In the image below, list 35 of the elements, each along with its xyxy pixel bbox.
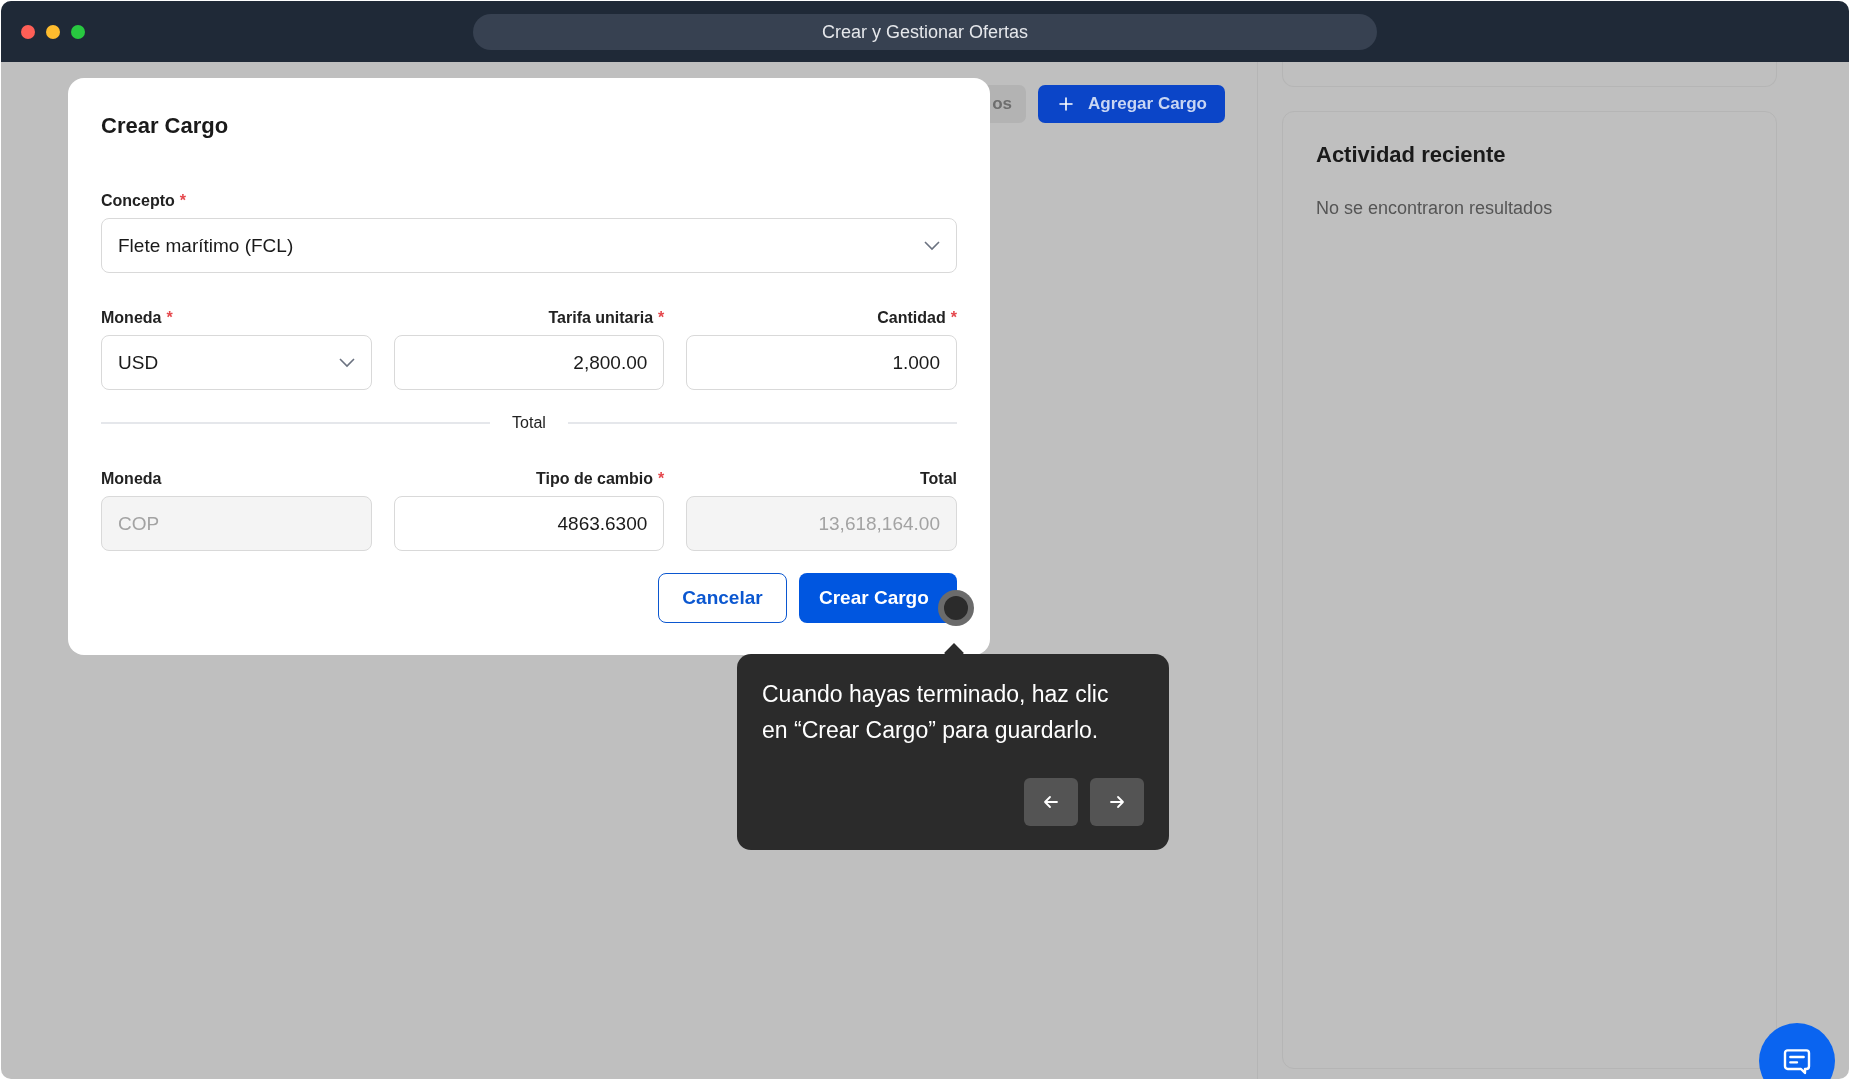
window-title: Crear y Gestionar Ofertas — [473, 14, 1377, 50]
required-asterisk: * — [658, 470, 665, 487]
dialog-title: Crear Cargo — [101, 113, 230, 139]
input-field[interactable]: 4863.6300 — [393, 496, 665, 551]
required-asterisk: * — [658, 309, 665, 326]
field-label: Tipo de cambio * — [535, 470, 665, 488]
field-label: Tarifa unitaria * — [547, 309, 665, 327]
input-field[interactable]: 2,800.00 — [393, 335, 665, 390]
select-field[interactable]: Flete marítimo (FCL) — [101, 218, 957, 273]
chevron-down-icon — [924, 240, 940, 251]
select-field[interactable]: USD — [101, 335, 372, 390]
next-button[interactable] — [1090, 778, 1144, 826]
create-charge-button[interactable]: Crear Cargo — [799, 573, 957, 623]
input-field[interactable]: 1.000 — [686, 335, 957, 390]
field-label: Moneda * — [101, 309, 174, 327]
empty-message: No se encontraron resultados — [1316, 198, 1554, 219]
add-charge-button[interactable]: Agregar Cargo — [1037, 85, 1225, 123]
required-asterisk: * — [166, 309, 173, 326]
previous-button[interactable] — [1024, 778, 1078, 826]
plus-icon — [1057, 96, 1074, 112]
section-label: Total — [512, 414, 546, 432]
tooltip-text: Cuando hayas terminado, haz clic en “Crear Cargo” para guardarlo. — [762, 680, 1110, 745]
required-asterisk: * — [950, 309, 957, 326]
field-label: Concepto * — [101, 192, 187, 210]
minimize-window-icon[interactable] — [46, 24, 60, 39]
chat-button[interactable] — [1759, 1023, 1835, 1079]
cancel-button[interactable]: Cancelar — [658, 573, 787, 623]
field-label: Cantidad * — [876, 309, 957, 327]
chevron-down-icon — [338, 357, 355, 368]
field-label: Moneda — [101, 470, 163, 488]
required-asterisk: * — [179, 192, 186, 209]
zoom-window-icon[interactable] — [71, 24, 85, 39]
close-window-icon[interactable] — [21, 24, 35, 39]
card-title: Actividad reciente — [1316, 142, 1507, 168]
field-label: Total — [918, 470, 957, 488]
